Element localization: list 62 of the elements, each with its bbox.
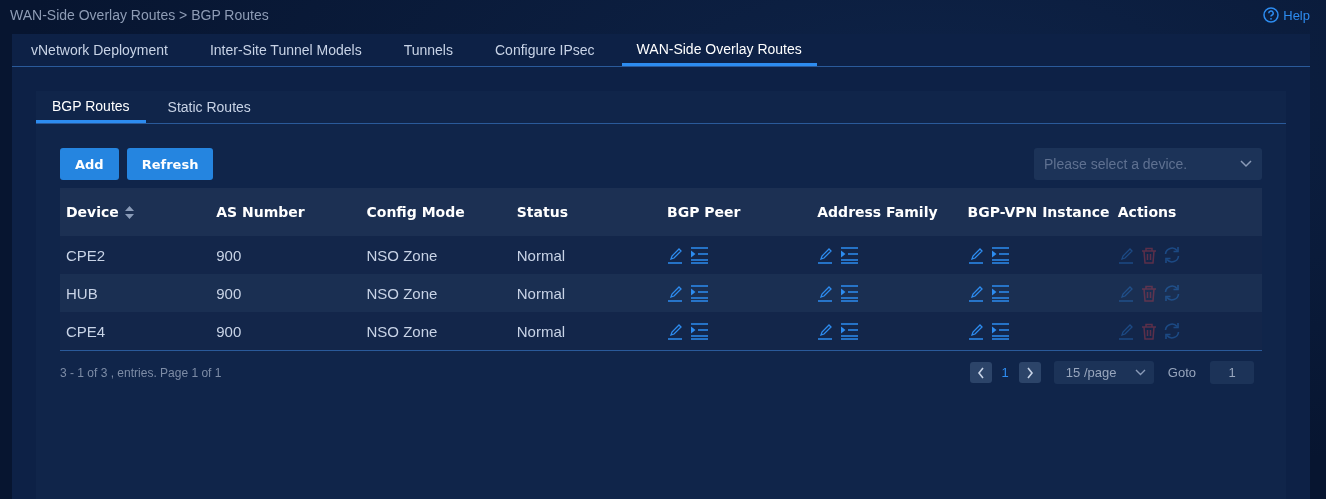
chevron-down-icon: [1240, 160, 1252, 168]
edit-icon[interactable]: [967, 322, 985, 340]
edit-icon[interactable]: [667, 246, 684, 264]
list-icon[interactable]: [990, 246, 1009, 264]
table-cell: CPE2: [66, 246, 106, 264]
add-button[interactable]: Add: [60, 148, 119, 180]
chevron-right-icon: [1025, 366, 1034, 379]
column-header: Address Family: [817, 204, 938, 220]
table-cell: Normal: [516, 284, 566, 302]
list-icon[interactable]: [840, 322, 859, 340]
tab[interactable]: Configure IPsec: [480, 34, 610, 66]
tab[interactable]: WAN-Side Overlay Routes: [621, 34, 817, 66]
refresh-button[interactable]: Refresh: [126, 148, 214, 180]
table-cell: Normal: [516, 246, 566, 264]
page-number[interactable]: 1: [991, 365, 1019, 380]
chevron-down-icon: [1134, 369, 1146, 376]
table-cell: Normal: [516, 322, 566, 340]
edit-icon[interactable]: [967, 246, 985, 264]
list-icon[interactable]: [840, 246, 859, 264]
list-icon[interactable]: [690, 284, 708, 302]
chevron-left-icon: [976, 366, 985, 379]
column-header: BGP Peer: [667, 204, 741, 220]
next-page-button[interactable]: [1018, 362, 1041, 383]
tab[interactable]: vNetwork Deployment: [16, 34, 183, 66]
previous-page-button[interactable]: [969, 362, 992, 383]
edit-icon[interactable]: [817, 322, 835, 340]
column-header: Config Mode: [366, 204, 465, 220]
column-header: Status: [516, 204, 568, 220]
sort-icon[interactable]: [124, 205, 134, 219]
column-header: Actions: [1117, 204, 1177, 220]
breadcrumb: WAN-Side Overlay Routes > BGP Routes: [10, 7, 269, 23]
edit-icon[interactable]: [967, 284, 985, 302]
list-icon[interactable]: [990, 322, 1009, 340]
tab[interactable]: Inter-Site Tunnel Models: [194, 34, 377, 66]
column-header: AS Number: [216, 204, 305, 220]
table-cell: NSO Zone: [366, 284, 438, 302]
column-header: Device: [66, 204, 119, 220]
edit-icon[interactable]: [667, 322, 684, 340]
page-size-select[interactable]: 15 /page: [1053, 361, 1154, 384]
list-icon[interactable]: [690, 246, 708, 264]
tab[interactable]: Static Routes: [151, 91, 267, 123]
help-link[interactable]: Help: [1263, 7, 1310, 23]
entries-summary: 3 - 1 of 3 , entries. Page 1 of 1: [60, 365, 222, 380]
goto-input[interactable]: 1: [1210, 361, 1254, 384]
list-icon[interactable]: [990, 284, 1009, 302]
goto-label: Goto: [1167, 365, 1196, 380]
help-icon: [1263, 7, 1280, 23]
edit-icon[interactable]: [667, 284, 684, 302]
table-cell: HUB: [66, 284, 98, 302]
table-cell: 900: [216, 322, 242, 340]
edit-icon[interactable]: [817, 246, 835, 264]
table-cell: NSO Zone: [366, 246, 438, 264]
tab[interactable]: Tunnels: [388, 34, 468, 66]
tab[interactable]: BGP Routes: [36, 91, 146, 123]
table-cell: 900: [216, 284, 242, 302]
list-icon[interactable]: [840, 284, 859, 302]
table-cell: 900: [216, 246, 242, 264]
table-cell: NSO Zone: [366, 322, 438, 340]
list-icon[interactable]: [690, 322, 708, 340]
edit-icon[interactable]: [817, 284, 835, 302]
table-cell: CPE4: [66, 322, 106, 340]
column-header: BGP-VPN Instance: [967, 204, 1110, 220]
